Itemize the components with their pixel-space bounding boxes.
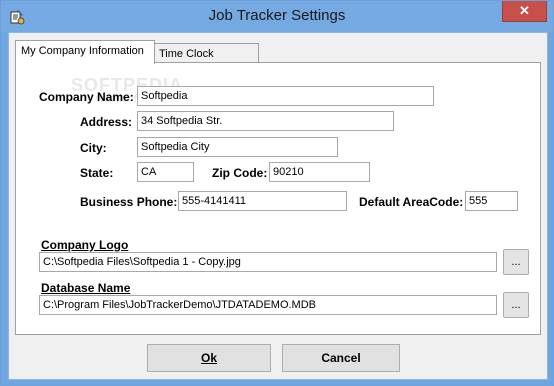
title-bar[interactable]: Job Tracker Settings ✕ xyxy=(1,1,553,32)
close-button[interactable]: ✕ xyxy=(502,1,547,22)
state-label: State: xyxy=(80,166,114,180)
tab-time-clock-settings[interactable]: Time Clock Settings xyxy=(153,43,259,80)
city-field[interactable] xyxy=(137,137,338,157)
company-logo-label: Company Logo xyxy=(41,238,129,252)
cancel-button-label: Cancel xyxy=(321,351,361,365)
address-label: Address: xyxy=(80,115,133,129)
zip-code-label: Zip Code: xyxy=(212,166,268,180)
default-area-code-field[interactable] xyxy=(465,191,518,211)
database-name-label: Database Name xyxy=(41,281,131,295)
company-name-field[interactable] xyxy=(137,86,434,106)
company-logo-path-field[interactable] xyxy=(39,252,497,272)
state-field[interactable] xyxy=(137,162,194,182)
business-phone-field[interactable] xyxy=(178,191,347,211)
tab-panel-company-info: SOFTPEDIA www.softpedia.com Company Name… xyxy=(15,62,541,335)
database-path-field[interactable] xyxy=(39,295,497,315)
settings-window: Job Tracker Settings ✕ My Company Inform… xyxy=(0,0,554,386)
dialog-body: My Company Information Time Clock Settin… xyxy=(8,32,548,380)
database-browse-button[interactable]: ... xyxy=(503,292,529,318)
city-label: City: xyxy=(80,141,107,155)
tab-my-company-information[interactable]: My Company Information xyxy=(15,40,155,64)
company-logo-browse-button[interactable]: ... xyxy=(503,249,529,275)
business-phone-label: Business Phone: xyxy=(80,195,178,209)
address-field[interactable] xyxy=(137,111,394,131)
zip-code-field[interactable] xyxy=(269,162,370,182)
window-title: Job Tracker Settings xyxy=(208,7,346,24)
company-name-label: Company Name: xyxy=(39,90,134,104)
ok-button-label: Ok xyxy=(200,351,217,365)
ok-button[interactable]: Ok xyxy=(147,344,271,372)
default-area-code-label: Default AreaCode: xyxy=(359,195,464,209)
cancel-button[interactable]: Cancel xyxy=(282,344,400,372)
